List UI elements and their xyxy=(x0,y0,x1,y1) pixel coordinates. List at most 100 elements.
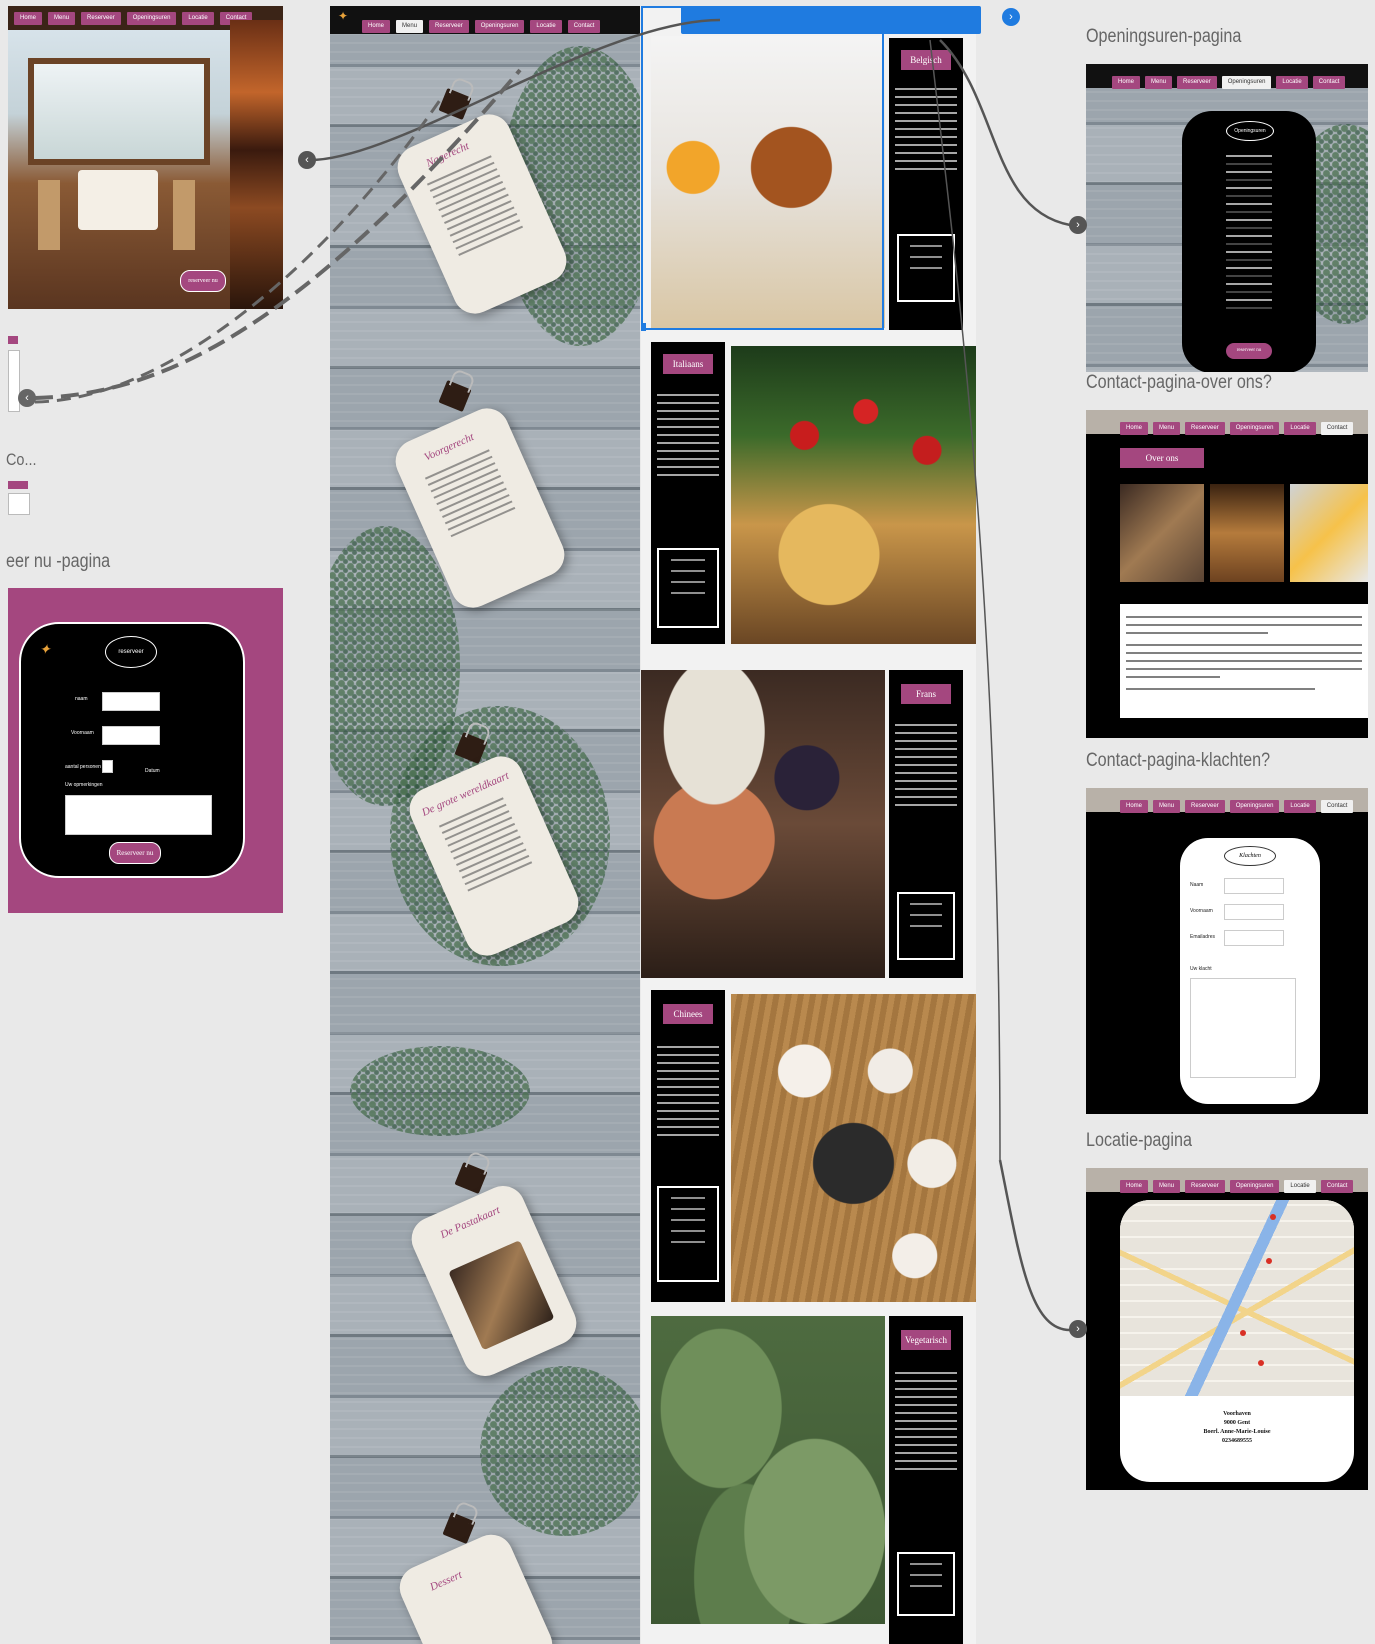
openingsuren-reserve-button[interactable]: reserveer nu xyxy=(1226,343,1272,359)
openingsuren-panel: Openingsuren reserveer nu xyxy=(1182,111,1316,372)
nav-tab-menu[interactable]: Menu xyxy=(1145,76,1173,89)
menu-card-lines xyxy=(438,797,534,896)
map-view[interactable] xyxy=(1120,1200,1354,1396)
nav-tab-locatie[interactable]: Locatie xyxy=(530,20,562,33)
nav-tab-menu[interactable]: Menu xyxy=(396,20,424,33)
nav-tab-reserveer[interactable]: Reserveer xyxy=(1185,422,1225,435)
selection-box[interactable] xyxy=(641,6,884,330)
cabbage-leaves-photo xyxy=(651,1316,885,1624)
cuisine-description xyxy=(657,1046,719,1142)
locatie-artboard[interactable]: Home Menu Reserveer Openingsuren Locatie… xyxy=(1086,1168,1368,1490)
openingsuren-hours-list xyxy=(1226,155,1272,315)
left-partial-tabs xyxy=(8,481,30,517)
nav-tab-locatie[interactable]: Locatie xyxy=(1276,76,1308,89)
nav-tab-contact[interactable]: Contact xyxy=(1320,422,1354,435)
map-pin-icon[interactable] xyxy=(1266,1258,1272,1264)
openingsuren-nav: Home Menu Reserveer Openingsuren Locatie… xyxy=(1112,76,1346,89)
over-ons-text-block xyxy=(1120,604,1368,718)
cuisine-dishes-box[interactable] xyxy=(897,892,955,960)
aantal-personen-input[interactable] xyxy=(102,760,113,773)
nav-tab-reserveer[interactable]: Reserveer xyxy=(1185,1180,1225,1193)
artboard-label-contact-klachten: Contact-pagina-klachten? xyxy=(1086,750,1271,771)
nav-tab-reserveer[interactable]: Reserveer xyxy=(81,12,121,25)
nav-tab-menu[interactable]: Menu xyxy=(48,12,76,25)
logo-icon: ✦ xyxy=(39,643,51,658)
map-pin-icon[interactable] xyxy=(1240,1330,1246,1336)
emailadres-input[interactable] xyxy=(1224,930,1284,946)
cuisine-panel-belgisch: Belgisch xyxy=(889,38,963,330)
openingsuren-artboard[interactable]: Home Menu Reserveer Openingsuren Locatie… xyxy=(1086,64,1368,372)
selection-handle[interactable] xyxy=(641,323,646,331)
chevron-right-icon[interactable]: › xyxy=(1069,1320,1087,1338)
cuisine-dishes-box[interactable] xyxy=(897,234,955,302)
reserveer-submit-button[interactable]: Reserveer nu xyxy=(109,842,161,864)
home-reserve-button[interactable]: reserveer nu xyxy=(180,270,226,292)
chevron-right-icon[interactable]: › xyxy=(1069,216,1087,234)
nav-tab-locatie[interactable]: Locatie xyxy=(182,12,214,25)
cuisine-panel-vegetarisch: Vegetarisch xyxy=(889,1316,963,1644)
nav-tab-home[interactable]: Home xyxy=(1112,76,1141,89)
cuisine-dishes-box[interactable] xyxy=(657,548,719,628)
reserveer-artboard[interactable]: ✦ reserveer naam Voornaam aantal persone… xyxy=(8,588,283,913)
nav-tab-menu[interactable]: Menu xyxy=(1153,800,1181,813)
cuisine-description xyxy=(895,88,957,176)
cuisines-artboard[interactable]: Belgisch Italiaans Frans Chinees Vegetar… xyxy=(641,6,976,1644)
map-pin-icon[interactable] xyxy=(1270,1214,1276,1220)
naam-input[interactable] xyxy=(1224,878,1284,894)
nav-tab-locatie[interactable]: Locatie xyxy=(1284,422,1316,435)
nav-tab-openingsuren[interactable]: Openingsuren xyxy=(1229,800,1280,813)
nav-tab-locatie[interactable]: Locatie xyxy=(1284,1180,1316,1193)
pasta-and-tomatoes-photo xyxy=(731,346,976,644)
klacht-textarea[interactable] xyxy=(1190,978,1296,1078)
cuisine-title: Frans xyxy=(901,684,951,704)
nav-tab-contact[interactable]: Contact xyxy=(1312,76,1346,89)
nav-tab-home[interactable]: Home xyxy=(1120,422,1149,435)
opmerkingen-textarea[interactable] xyxy=(65,795,212,835)
klachten-form-panel: Klachten Naam Voornaam Emailadres Uw kla… xyxy=(1180,838,1320,1104)
address-line: 0234689555 xyxy=(1222,1438,1252,1444)
chevron-right-icon[interactable]: › xyxy=(1002,8,1020,26)
nav-tab-contact[interactable]: Contact xyxy=(1320,800,1354,813)
contact-over-ons-artboard[interactable]: Home Menu Reserveer Openingsuren Locatie… xyxy=(1086,410,1368,738)
label-naam: naam xyxy=(75,696,88,702)
naam-input[interactable] xyxy=(102,692,160,711)
contact-klachten-artboard[interactable]: Home Menu Reserveer Openingsuren Locatie… xyxy=(1086,788,1368,1114)
nav-tab-home[interactable]: Home xyxy=(362,20,391,33)
address-line: Boerl. Anne-Marie-Louise xyxy=(1203,1429,1271,1435)
nav-tab-home[interactable]: Home xyxy=(1120,800,1149,813)
locatie-card: Voorhaven 9000 Gent Boerl. Anne-Marie-Lo… xyxy=(1120,1200,1354,1482)
nav-tab-menu[interactable]: Menu xyxy=(1153,1180,1181,1193)
menu-artboard[interactable]: ✦ Home Menu Reserveer Openingsuren Locat… xyxy=(330,6,640,1644)
voornaam-input[interactable] xyxy=(102,726,160,745)
menu-card[interactable]: De Pastakaart xyxy=(404,1178,584,1384)
nav-tab-openingsuren[interactable]: Openingsuren xyxy=(1229,1180,1280,1193)
nav-tab-openingsuren[interactable]: Openingsuren xyxy=(1221,76,1272,89)
nav-tab-home[interactable]: Home xyxy=(14,12,43,25)
selection-toolbar[interactable] xyxy=(681,6,981,34)
nav-tab-reserveer[interactable]: Reserveer xyxy=(1185,800,1225,813)
map-pin-icon[interactable] xyxy=(1258,1360,1264,1366)
label-voornaam: Voornaam xyxy=(1190,908,1213,914)
nav-tab-reserveer[interactable]: Reserveer xyxy=(429,20,469,33)
cuisine-dishes-box[interactable] xyxy=(897,1552,955,1616)
nav-tab-openingsuren[interactable]: Openingsuren xyxy=(126,12,177,25)
pastry-display-photo xyxy=(448,1240,555,1351)
voornaam-input[interactable] xyxy=(1224,904,1284,920)
nav-tab-contact[interactable]: Contact xyxy=(1320,1180,1354,1193)
menu-nav: Home Menu Reserveer Openingsuren Locatie… xyxy=(362,20,601,33)
nav-tab-menu[interactable]: Menu xyxy=(1153,422,1181,435)
nav-tab-openingsuren[interactable]: Openingsuren xyxy=(474,20,525,33)
nav-tab-contact[interactable]: Contact xyxy=(567,20,601,33)
over-ons-title: Over ons xyxy=(1120,448,1204,468)
label-opmerkingen: Uw opmerkingen xyxy=(65,782,103,788)
chevron-left-icon[interactable]: ‹ xyxy=(298,151,316,169)
nav-tab-home[interactable]: Home xyxy=(1120,1180,1149,1193)
menu-card[interactable]: Dessert xyxy=(392,1527,560,1644)
nav-tab-openingsuren[interactable]: Openingsuren xyxy=(1229,422,1280,435)
home-artboard[interactable]: Home Menu Reserveer Openingsuren Locatie… xyxy=(8,6,283,309)
chevron-left-icon[interactable]: ‹ xyxy=(18,389,36,407)
nav-tab-reserveer[interactable]: Reserveer xyxy=(1177,76,1217,89)
nav-tab-locatie[interactable]: Locatie xyxy=(1284,800,1316,813)
cuisine-dishes-box[interactable] xyxy=(657,1186,719,1282)
cuisine-title: Vegetarisch xyxy=(901,1330,951,1350)
